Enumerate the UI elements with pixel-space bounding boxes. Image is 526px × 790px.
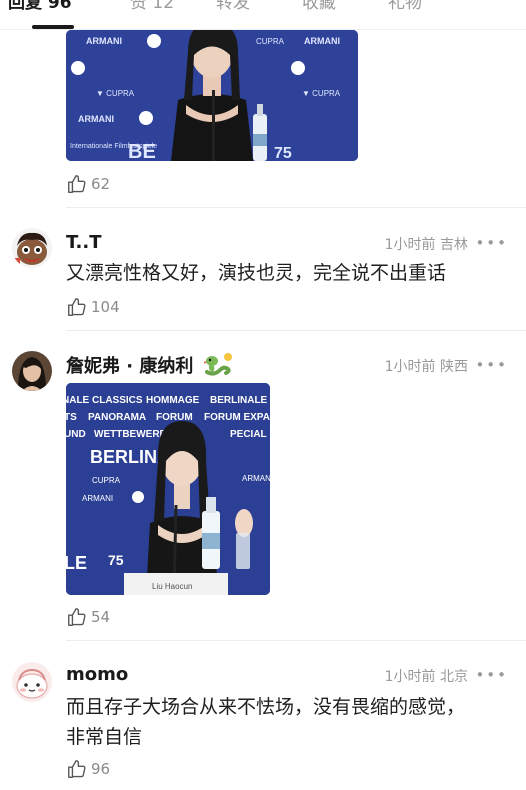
press-conference-photo: NALE CLASSICS HOMMAGE BERLINALE G TS PAN… <box>66 383 270 595</box>
username-text: 詹妮弗 · 康纳利 <box>66 356 194 377</box>
backdrop-text: FORUM <box>156 412 193 423</box>
backdrop-text: PANORAMA <box>88 412 146 423</box>
backdrop-text: HOMMAGE <box>146 395 200 406</box>
comment-content: 又漂亮性格又好，演技也灵，完全说不出重话 <box>66 262 447 284</box>
name-card-text: Liu Haocun <box>152 582 192 591</box>
backdrop-text: CUPRA <box>256 37 285 46</box>
like-button[interactable]: 104 <box>66 296 120 318</box>
comment-meta: 1小时前 吉林 <box>385 234 468 254</box>
like-button[interactable]: 54 <box>66 606 110 628</box>
snake-emoji-icon <box>202 353 232 376</box>
svg-text:▼ CUPRA: ▼ CUPRA <box>302 89 341 98</box>
comment-location: 陕西 <box>440 359 468 375</box>
comment-divider <box>66 330 526 331</box>
backdrop-text: BERLINALE G <box>210 395 270 406</box>
backdrop-text: FORUM EXPAN <box>204 412 270 423</box>
comment-photo[interactable]: ARMANI CUPRA ARMANI ▼ CUPRA ▼ CUPRA ARMA… <box>66 30 358 161</box>
backdrop-text: WETTBEWERB <box>94 429 167 440</box>
cartoon-avatar-icon <box>12 228 52 268</box>
like-count: 96 <box>91 760 111 778</box>
backdrop-text: ARMANI <box>78 114 114 124</box>
like-count: 62 <box>91 175 111 193</box>
avatar[interactable] <box>12 662 52 702</box>
cartoon-avatar-icon <box>12 662 52 702</box>
svg-text:▼ CUPRA: ▼ CUPRA <box>96 89 135 98</box>
thumbs-up-icon <box>68 298 86 316</box>
backdrop-text: TS <box>66 412 77 423</box>
backdrop-text: 75 <box>274 145 292 161</box>
like-button[interactable]: 96 <box>66 758 110 780</box>
comment-content: 而且存子大场合从来不怯场，没有畏缩的感觉，非常自信 <box>66 696 466 748</box>
comment-location: 吉林 <box>440 237 468 253</box>
comment-meta: 1小时前 陕西 <box>385 356 468 376</box>
thumbs-up-icon <box>68 760 86 778</box>
comment-time: 1小时前 <box>384 359 436 375</box>
comment-item: ARMANI CUPRA ARMANI ▼ CUPRA ▼ CUPRA ARMA… <box>0 0 526 208</box>
backdrop-text: ARMANI <box>304 36 340 46</box>
backdrop-text: BE <box>128 141 156 161</box>
backdrop-text: CUPRA <box>92 476 121 485</box>
portrait-avatar-icon <box>12 351 52 391</box>
more-options-icon[interactable]: ••• <box>475 356 508 374</box>
comment-time: 1小时前 <box>384 669 436 685</box>
backdrop-text: NALE CLASSICS <box>66 395 143 406</box>
backdrop-text: ARMANI <box>242 474 270 483</box>
comment-divider <box>66 640 526 641</box>
avatar[interactable] <box>12 228 52 268</box>
like-count: 54 <box>91 608 111 626</box>
backdrop-text: ARMANI <box>86 36 122 46</box>
avatar[interactable] <box>12 351 52 391</box>
thumbs-up-icon <box>68 175 86 193</box>
backdrop-text: UND <box>66 429 86 440</box>
more-options-icon[interactable]: ••• <box>475 234 508 252</box>
username[interactable]: momo <box>66 664 128 685</box>
comment-item: 詹妮弗 · 康纳利 1小时前 陕西 ••• NALE CLASSICS HOMM… <box>0 332 526 642</box>
comment-time: 1小时前 <box>384 237 436 253</box>
backdrop-text: 75 <box>108 552 124 568</box>
username[interactable]: 詹妮弗 · 康纳利 <box>66 352 232 378</box>
comment-meta: 1小时前 北京 <box>385 666 468 686</box>
thumbs-up-icon <box>68 608 86 626</box>
comment-location: 北京 <box>440 669 468 685</box>
username[interactable]: T..T <box>66 232 102 253</box>
like-button[interactable]: 62 <box>66 173 110 195</box>
more-options-icon[interactable]: ••• <box>475 666 508 684</box>
comment-item: momo 1小时前 北京 ••• 而且存子大场合从来不怯场，没有畏缩的感觉，非常… <box>0 642 526 790</box>
like-count: 104 <box>91 298 120 316</box>
press-conference-photo: ARMANI CUPRA ARMANI ▼ CUPRA ▼ CUPRA ARMA… <box>66 30 358 161</box>
backdrop-text: PECIAL <box>230 429 267 440</box>
comment-item: T..T 1小时前 吉林 ••• 又漂亮性格又好，演技也灵，完全说不出重话 10… <box>0 208 526 332</box>
comment-photo[interactable]: NALE CLASSICS HOMMAGE BERLINALE G TS PAN… <box>66 383 270 595</box>
backdrop-text: LE <box>66 553 87 573</box>
backdrop-text: ARMANI <box>82 494 113 503</box>
